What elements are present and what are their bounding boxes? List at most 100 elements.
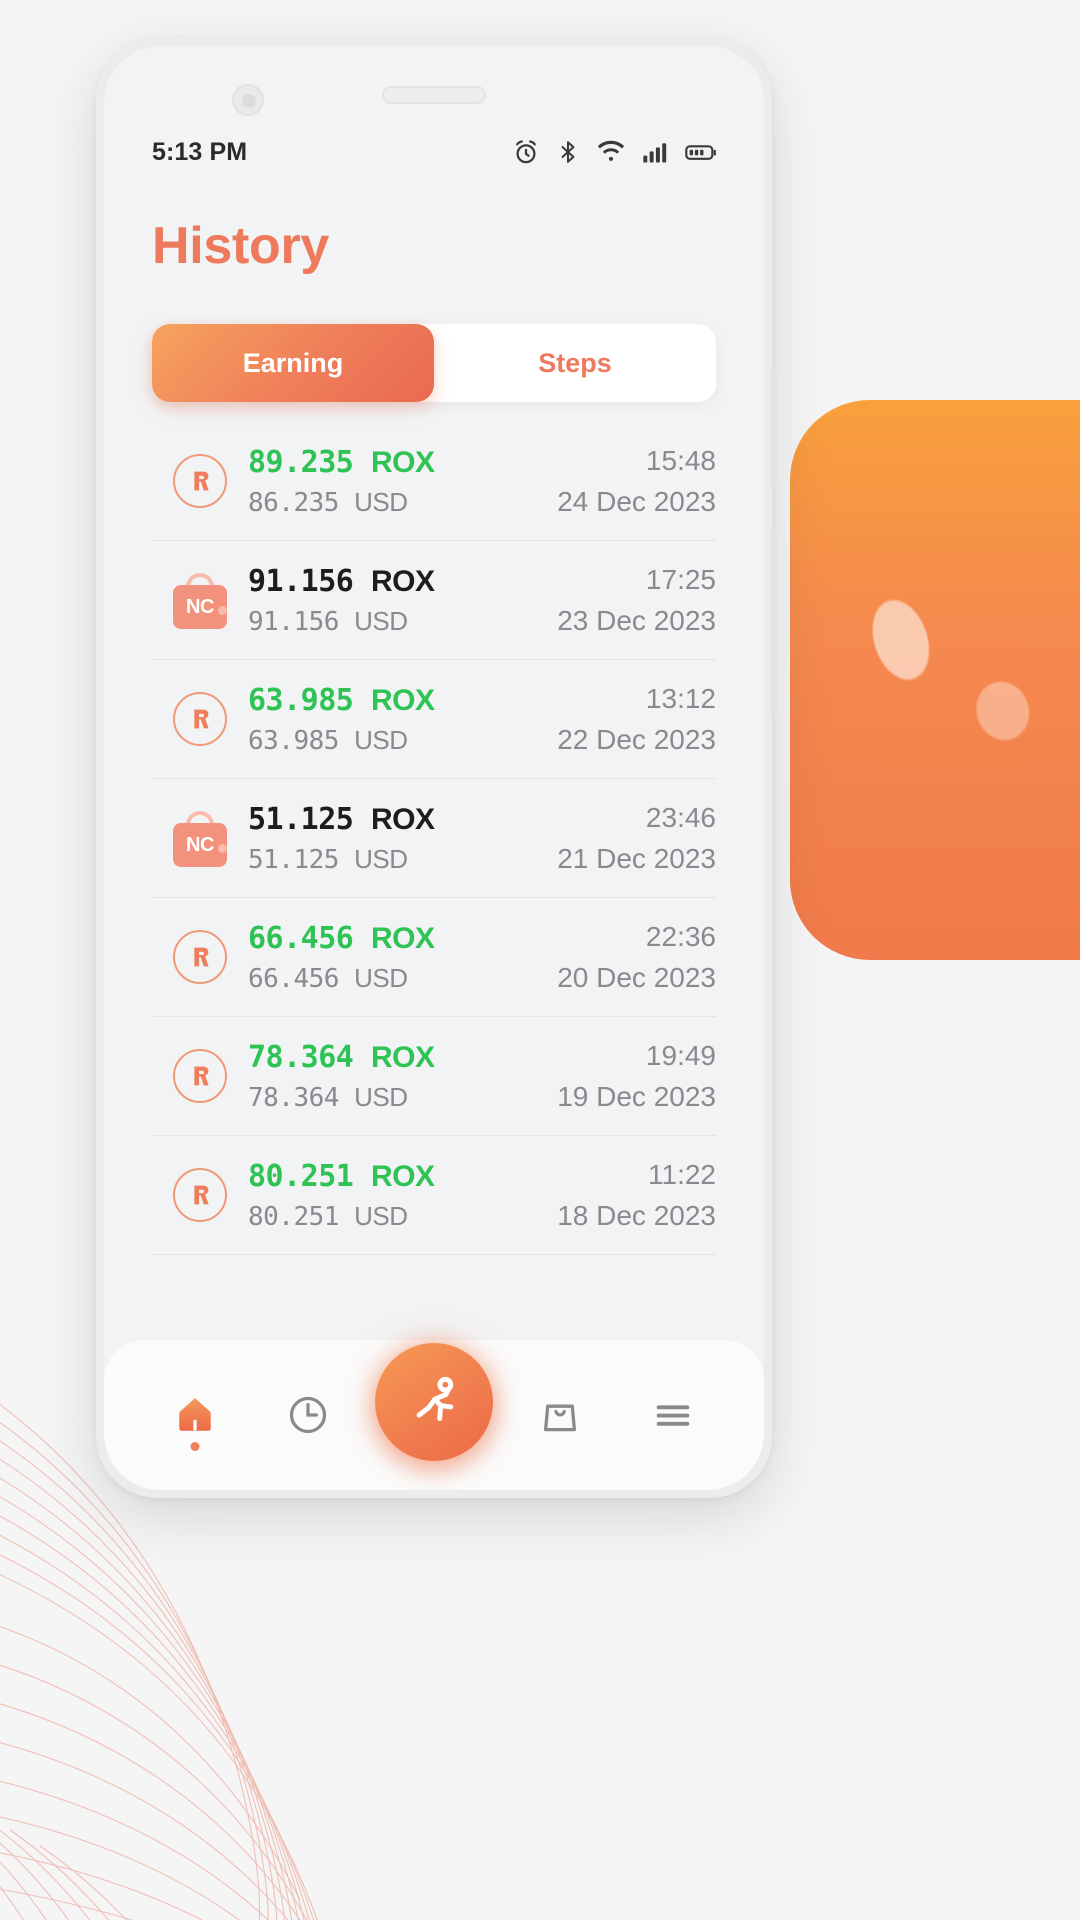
amount-currency: ROX [370,1040,435,1074]
row-amounts: 63.985 ROX 63.985 USD [248,683,557,756]
fiat-currency: USD [354,605,408,636]
alarm-icon [516,140,536,164]
row-icon: NC [152,809,248,867]
table-row[interactable]: 78.364 ROX 78.364 USD 19:49 19 Dec 2023 [152,1017,716,1136]
row-timestamp: 19:49 19 Dec 2023 [557,1040,716,1113]
amount-currency: ROX [370,921,435,955]
segmented-control: Earning Steps [152,324,716,402]
row-timestamp: 11:22 18 Dec 2023 [557,1159,716,1232]
amount-secondary: 66.456 USD [248,963,557,994]
fiat-value: 80.251 [248,1201,339,1232]
rox-letter-mark [194,1066,209,1086]
transaction-date: 20 Dec 2023 [557,961,716,993]
row-icon [152,1049,248,1103]
earpiece-speaker [382,86,486,104]
rox-token-icon [173,1168,227,1222]
rox-token-icon [173,1049,227,1103]
amount-secondary: 91.156 USD [248,606,557,637]
nc-shop-icon: NC [171,571,229,629]
transaction-time: 13:12 [645,682,716,714]
row-amounts: 80.251 ROX 80.251 USD [248,1159,557,1232]
fiat-currency: USD [354,843,408,874]
transaction-date: 24 Dec 2023 [557,485,716,517]
transaction-date: 18 Dec 2023 [557,1199,716,1231]
phone-frame: 5:13 PM History Earning Steps 89.235 ROX… [96,38,778,1498]
rox-token-icon [173,454,227,508]
fiat-value: 91.156 [248,606,339,637]
phone-screen: 5:13 PM History Earning Steps 89.235 ROX… [104,46,764,1490]
transaction-date: 21 Dec 2023 [557,842,716,874]
row-amounts: 51.125 ROX 51.125 USD [248,802,557,875]
amount-primary: 91.156 ROX [248,564,557,599]
amount-secondary: 86.235 USD [248,487,557,518]
amount-secondary: 78.364 USD [248,1082,557,1113]
shopping-bag-icon [544,1404,577,1432]
fiat-currency: USD [354,1200,408,1231]
row-timestamp: 15:48 24 Dec 2023 [557,445,716,518]
amount-primary: 66.456 ROX [248,921,557,956]
fiat-value: 78.364 [248,1082,339,1113]
nav-item-menu[interactable] [627,1369,719,1461]
amount-secondary: 51.125 USD [248,844,557,875]
wifi-icon [597,140,625,161]
fiat-value: 51.125 [248,844,339,875]
transaction-time: 15:48 [645,444,716,476]
amount-currency: ROX [370,1159,435,1193]
amount-value: 80.251 [248,1158,354,1194]
row-timestamp: 22:36 20 Dec 2023 [557,921,716,994]
amount-primary: 63.985 ROX [248,683,557,718]
table-row[interactable]: 66.456 ROX 66.456 USD 22:36 20 Dec 2023 [152,898,716,1017]
tab-earning[interactable]: Earning [152,324,434,402]
battery-icon [685,145,716,160]
amount-currency: ROX [370,802,435,836]
front-camera-icon [232,84,264,116]
rox-letter-mark [194,709,209,729]
amount-currency: ROX [370,445,435,479]
amount-currency: ROX [370,564,435,598]
start-run-fab[interactable] [374,1343,493,1461]
bluetooth-icon [561,141,575,163]
row-timestamp: 17:25 23 Dec 2023 [557,564,716,637]
nav-item-home[interactable] [149,1369,241,1461]
nav-item-shop[interactable] [514,1369,606,1461]
table-row[interactable]: 89.235 ROX 86.235 USD 15:48 24 Dec 2023 [152,422,716,541]
transaction-date: 22 Dec 2023 [557,723,716,755]
amount-secondary: 80.251 USD [248,1201,557,1232]
tab-steps[interactable]: Steps [434,324,716,402]
clock-icon [289,1396,326,1434]
table-row[interactable]: NC 91.156 ROX 91.156 USD 17:25 23 Dec 20… [152,541,716,660]
table-row[interactable]: 63.985 ROX 63.985 USD 13:12 22 Dec 2023 [152,660,716,779]
fiat-value: 86.235 [248,487,339,518]
fiat-value: 63.985 [248,725,339,756]
page-title: History [152,217,330,275]
amount-primary: 51.125 ROX [248,802,557,837]
row-amounts: 91.156 ROX 91.156 USD [248,564,557,637]
home-icon [178,1398,211,1431]
nc-badge-dot [218,844,227,853]
status-bar-icons [512,138,718,166]
transaction-date: 19 Dec 2023 [557,1080,716,1112]
row-icon [152,930,248,984]
amount-secondary: 63.985 USD [248,725,557,756]
status-bar: 5:13 PM [104,130,764,174]
row-icon [152,454,248,508]
nc-shop-icon: NC [171,809,229,867]
nav-item-history[interactable] [262,1369,354,1461]
amount-currency: ROX [370,683,435,717]
row-icon [152,692,248,746]
fiat-currency: USD [354,724,408,755]
amount-value: 78.364 [248,1039,354,1075]
transaction-date: 23 Dec 2023 [557,604,716,636]
fiat-value: 66.456 [248,963,339,994]
table-row[interactable]: NC 51.125 ROX 51.125 USD 23:46 21 Dec 20… [152,779,716,898]
status-bar-time: 5:13 PM [152,137,248,166]
row-amounts: 78.364 ROX 78.364 USD [248,1040,557,1113]
menu-icon [657,1405,690,1426]
amount-primary: 80.251 ROX [248,1159,557,1194]
transaction-time: 23:46 [645,801,716,833]
amount-value: 91.156 [248,563,354,599]
rox-letter-mark [194,1185,209,1205]
table-row[interactable]: 80.251 ROX 80.251 USD 11:22 18 Dec 2023 [152,1136,716,1255]
row-amounts: 89.235 ROX 86.235 USD [248,445,557,518]
transaction-time: 11:22 [648,1158,716,1190]
